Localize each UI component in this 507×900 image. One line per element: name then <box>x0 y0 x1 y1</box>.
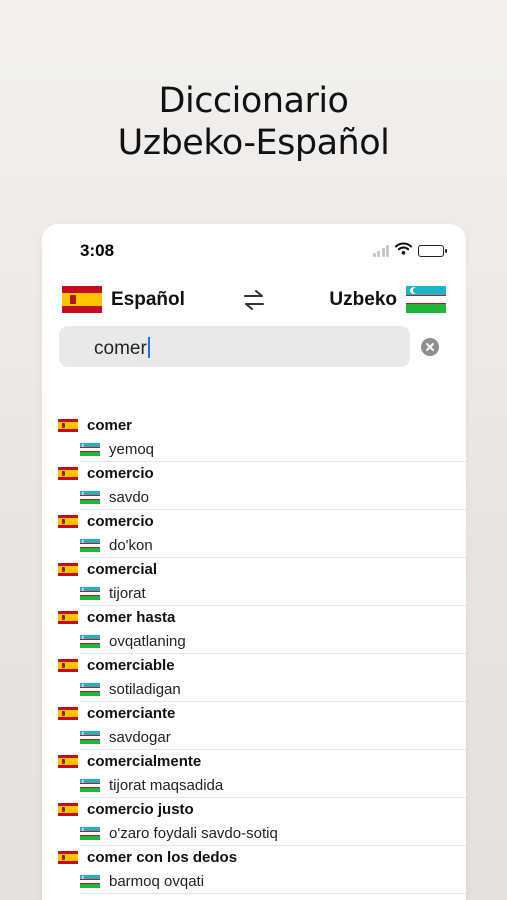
result-row[interactable]: comerciante savdogar <box>42 702 466 750</box>
spain-flag-icon <box>58 611 78 624</box>
spanish-word: comercial <box>87 561 158 578</box>
uzbek-word: barmoq ovqati <box>109 873 205 890</box>
spanish-term: comer con los dedos <box>58 849 237 866</box>
spanish-word: comer <box>87 417 133 434</box>
spanish-word: comer con los dedos <box>87 849 238 866</box>
spanish-term: comerciable <box>58 657 175 674</box>
uzbek-word: tijorat <box>109 585 146 602</box>
spain-flag-icon <box>58 851 78 864</box>
result-row[interactable]: comercial tijorat <box>42 558 466 606</box>
uzbek-word: sotiladigan <box>109 681 181 698</box>
headline-line-2: Uzbeko-Español <box>117 123 390 163</box>
target-language-selector[interactable]: Uzbeko <box>329 286 446 313</box>
target-language-label: Uzbeko <box>329 288 397 310</box>
result-row[interactable]: comer con los dedos barmoq ovqati <box>42 846 466 894</box>
spanish-word: comerciable <box>87 657 175 674</box>
spanish-term: comercio <box>58 513 154 530</box>
uzbekistan-flag-icon <box>406 286 446 313</box>
uzbek-translation: ovqatlaning <box>80 633 186 650</box>
uzbek-word: do'kon <box>109 537 153 554</box>
result-row[interactable]: comerciable sotiladigan <box>42 654 466 702</box>
spanish-word: comer hasta <box>87 609 176 626</box>
spain-flag-icon <box>58 563 78 576</box>
uzbekistan-flag-icon <box>80 491 100 504</box>
result-row[interactable]: comercio savdo <box>42 462 466 510</box>
uzbekistan-flag-icon <box>80 875 100 888</box>
uzbek-translation: savdo <box>80 489 149 506</box>
spain-flag-icon <box>58 803 78 816</box>
spanish-term: comer hasta <box>58 609 175 626</box>
search-field[interactable]: comer <box>59 326 410 367</box>
swap-languages-button[interactable] <box>241 288 267 312</box>
text-caret <box>147 337 150 358</box>
result-row[interactable]: comer hasta ovqatlaning <box>42 606 466 654</box>
uzbek-translation: sotiladigan <box>80 681 181 698</box>
spain-flag-icon <box>58 659 78 672</box>
uzbekistan-flag-icon <box>80 683 100 696</box>
result-row[interactable]: comercio justo o'zaro foydali savdo-soti… <box>42 798 466 846</box>
row-divider <box>80 893 466 894</box>
uzbek-translation: barmoq ovqati <box>80 873 204 890</box>
headline-line-1: Diccionario <box>158 81 349 121</box>
result-row[interactable]: comer yemoq <box>42 414 466 462</box>
uzbekistan-flag-icon <box>80 587 100 600</box>
phone-screen: 3:08 Español Uzbeko comer comer yemoq co… <box>42 224 466 900</box>
spanish-word: comercialmente <box>87 753 202 770</box>
clear-search-button[interactable] <box>421 338 439 356</box>
status-icons <box>372 242 447 260</box>
search-input[interactable]: comer <box>94 337 150 360</box>
uzbek-word: savdo <box>109 489 150 506</box>
cellular-signal-icon <box>372 245 389 257</box>
uzbek-word: o'zaro foydali savdo-sotiq <box>109 825 278 842</box>
wifi-icon <box>395 242 412 260</box>
spanish-term: comercialmente <box>58 753 201 770</box>
spain-flag-icon <box>58 467 78 480</box>
uzbek-translation: tijorat maqsadida <box>80 777 223 794</box>
uzbek-word: yemoq <box>109 441 155 458</box>
uzbekistan-flag-icon <box>80 779 100 792</box>
uzbekistan-flag-icon <box>80 731 100 744</box>
uzbek-word: savdogar <box>109 729 171 746</box>
uzbekistan-flag-icon <box>80 539 100 552</box>
spain-flag-icon <box>58 515 78 528</box>
spanish-word: comercio justo <box>87 801 194 818</box>
uzbek-translation: yemoq <box>80 441 154 458</box>
spain-flag-icon <box>58 755 78 768</box>
uzbek-translation: tijorat <box>80 585 146 602</box>
result-row[interactable]: comercialmente tijorat maqsadida <box>42 750 466 798</box>
spanish-word: comercio <box>87 465 154 482</box>
spanish-term: comercial <box>58 561 157 578</box>
uzbekistan-flag-icon <box>80 635 100 648</box>
spanish-term: comercio <box>58 465 154 482</box>
uzbek-word: ovqatlaning <box>109 633 186 650</box>
swap-arrows-icon <box>244 290 264 310</box>
spanish-term: comerciante <box>58 705 175 722</box>
source-language-label: Español <box>111 288 185 310</box>
spanish-term: comercio justo <box>58 801 194 818</box>
source-language-selector[interactable]: Español <box>62 286 185 313</box>
uzbek-translation: savdogar <box>80 729 171 746</box>
uzbek-word: tijorat maqsadida <box>109 777 224 794</box>
uzbekistan-flag-icon <box>80 827 100 840</box>
result-row[interactable]: comercio do'kon <box>42 510 466 558</box>
uzbek-translation: do'kon <box>80 537 153 554</box>
clear-circle-icon <box>426 343 434 351</box>
battery-icon <box>418 245 447 257</box>
uzbek-translation: o'zaro foydali savdo-sotiq <box>80 825 278 842</box>
spain-flag-icon <box>58 707 78 720</box>
spain-flag-icon <box>62 286 102 313</box>
spanish-word: comercio <box>87 513 154 530</box>
spanish-word: comerciante <box>87 705 176 722</box>
status-bar: 3:08 <box>42 224 466 276</box>
results-list: comer yemoq comercio savdo comercio do'k… <box>42 414 466 894</box>
status-time: 3:08 <box>80 241 115 260</box>
language-bar: Español Uzbeko <box>42 284 466 316</box>
uzbekistan-flag-icon <box>80 443 100 456</box>
spanish-term: comer <box>58 417 132 434</box>
spain-flag-icon <box>58 419 78 432</box>
promo-headline: Diccionario Uzbeko-Español <box>0 80 507 164</box>
